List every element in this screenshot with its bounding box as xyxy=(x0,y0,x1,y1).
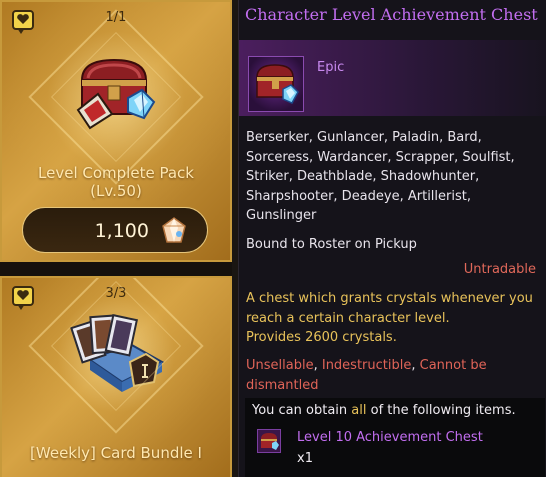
item-grade: Epic xyxy=(317,60,345,75)
card-separator xyxy=(0,262,232,276)
tooltip-title: Character Level Achievement Chest xyxy=(245,5,538,24)
reward-item-name: Level 10 Achievement Chest xyxy=(297,430,483,445)
bound-status: Bound to Roster on Pickup xyxy=(246,237,417,252)
tooltip-header: Epic xyxy=(239,40,546,116)
price-amount: 1,100 xyxy=(94,220,149,242)
shop-item-level-complete-pack[interactable]: 1/1 Level Complete Pack (Lv.50) 1,100 xyxy=(0,0,232,262)
chest-icon xyxy=(68,50,164,138)
obtain-highlight: all xyxy=(351,403,367,418)
stock-count: 1/1 xyxy=(105,10,127,25)
card-bundle-icon xyxy=(66,302,166,402)
reward-quantity: x1 xyxy=(297,451,313,466)
item-name-line2: (Lv.50) xyxy=(90,182,142,200)
chest-icon xyxy=(257,429,281,453)
flag-separator: , xyxy=(411,358,416,373)
item-tooltip: Character Level Achievement Chest Epic B… xyxy=(238,0,546,477)
item-flags: Unsellable, Indestructible, Cannot be di… xyxy=(246,356,536,395)
obtain-prefix: You can obtain xyxy=(252,403,352,418)
flag-indestructible: Indestructible xyxy=(321,358,412,373)
flag-unsellable: Unsellable xyxy=(246,358,314,373)
trade-status: Untradable xyxy=(463,262,536,277)
obtain-text: You can obtain all of the following item… xyxy=(252,403,516,418)
obtain-suffix: of the following items. xyxy=(366,403,516,418)
item-name-line1: Level Complete Pack xyxy=(38,164,194,182)
item-description: A chest which grants crystals whenever y… xyxy=(246,291,533,345)
obtainable-items-box: You can obtain all of the following item… xyxy=(245,398,545,477)
item-name: Level Complete Pack (Lv.50) xyxy=(2,164,230,200)
class-list: Berserker, Gunlancer, Paladin, Bard, Sor… xyxy=(246,130,515,223)
buy-button[interactable]: 1,100 xyxy=(22,207,208,253)
stock-count: 3/3 xyxy=(105,286,127,301)
flag-separator: , xyxy=(313,358,318,373)
chest-icon xyxy=(248,56,304,112)
item-name: [Weekly] Card Bundle I xyxy=(30,444,202,462)
crystal-icon xyxy=(161,217,187,249)
shop-item-weekly-card-bundle[interactable]: 3/3 [Weekly] Card Bundle I xyxy=(0,276,232,477)
